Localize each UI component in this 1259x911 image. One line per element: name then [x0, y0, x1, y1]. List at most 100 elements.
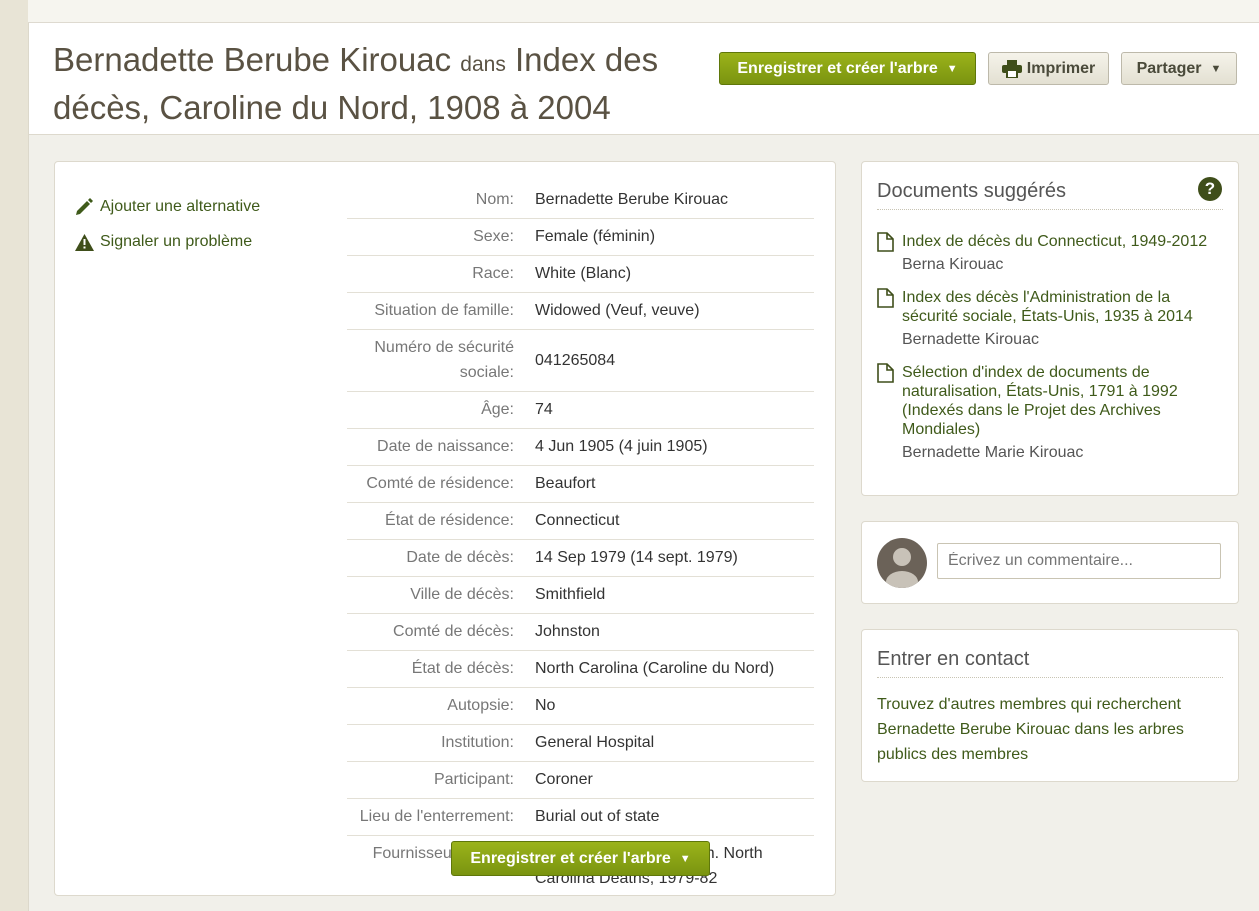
fact-value: General Hospital: [535, 734, 655, 751]
fact-label: Comté de résidence:: [366, 475, 514, 492]
fact-row: Âge: 74: [347, 392, 814, 429]
fact-label: Autopsie:: [447, 697, 514, 714]
fact-label: Date de décès:: [406, 549, 514, 566]
fact-label: Lieu de l'enterrement:: [359, 808, 514, 825]
chevron-down-icon: ▼: [946, 62, 958, 75]
fact-label: État de résidence:: [385, 512, 514, 529]
fact-value: No: [535, 697, 556, 714]
contact-card: Entrer en contact Trouvez d'autres membr…: [861, 629, 1239, 782]
print-label: Imprimer: [1026, 59, 1096, 77]
suggested-doc-link[interactable]: Index de décès du Connecticut, 1949-2012: [902, 232, 1207, 251]
fact-row: Autopsie: No: [347, 688, 814, 725]
document-icon: [877, 363, 894, 383]
suggested-doc-item: Index de décès du Connecticut, 1949-2012…: [877, 232, 1222, 274]
fact-row: Participant: Coroner: [347, 762, 814, 799]
divider: [877, 209, 1223, 210]
fact-row: Race: White (Blanc): [347, 256, 814, 293]
fact-row: Date de naissance: 4 Jun 1905 (4 juin 190…: [347, 429, 814, 466]
person-name: Bernadette Berube Kirouac: [53, 41, 452, 78]
fact-label: Nom:: [475, 191, 514, 208]
suggested-doc-link[interactable]: Index des décès l'Administration de la s…: [902, 288, 1222, 326]
fact-label: Institution:: [441, 734, 514, 751]
fact-value: Smithfield: [535, 586, 606, 603]
print-button[interactable]: Imprimer: [988, 52, 1109, 85]
help-icon[interactable]: ?: [1198, 177, 1222, 201]
fact-label: Date de naissance:: [377, 438, 514, 455]
fact-value: Burial out of state: [535, 808, 660, 825]
fact-value: Johnston: [535, 623, 600, 640]
save-tree-button[interactable]: Enregistrer et créer l'arbre ▼: [719, 52, 976, 85]
share-button[interactable]: Partager ▼: [1121, 52, 1237, 85]
save-tree-label: Enregistrer et créer l'arbre: [470, 849, 671, 867]
record-card: Ajouter une alternative Signaler un prob…: [54, 161, 836, 896]
facts-table: Nom: Bernadette Berube Kirouac Sexe: Female…: [347, 182, 814, 897]
chevron-down-icon: ▼: [679, 852, 691, 865]
fact-value: 041265084: [535, 351, 616, 369]
fact-label: Ville de décès:: [410, 586, 514, 603]
suggested-doc-link[interactable]: Sélection d'index de documents de natura…: [902, 363, 1222, 439]
suggested-docs-card: Documents suggérés ? Index de décès du C…: [861, 161, 1239, 496]
fact-value: Coroner: [535, 771, 593, 788]
add-alternative-label: Ajouter une alternative: [100, 197, 261, 215]
fact-label: État de décès:: [411, 660, 514, 677]
share-label: Partager: [1136, 59, 1202, 77]
fact-row: Lieu de l'enterrement: Burial out of stat…: [347, 799, 814, 836]
suggested-docs-title: Documents suggérés: [877, 180, 1066, 202]
fact-row: Sexe: Female (féminin): [347, 219, 814, 256]
contact-text[interactable]: Trouvez d'autres membres qui recherchent…: [877, 692, 1222, 767]
fact-value: North Carolina (Caroline du Nord): [535, 660, 775, 677]
fact-label: Comté de décès:: [393, 623, 514, 640]
fact-value: Connecticut: [535, 512, 620, 529]
suggested-doc-item: Sélection d'index de documents de natura…: [877, 363, 1222, 462]
user-silhouette-icon: [886, 548, 918, 588]
add-alternative-link[interactable]: Ajouter une alternative: [75, 197, 260, 216]
fact-label: Participant:: [433, 771, 514, 788]
fact-value: Bernadette Berube Kirouac: [535, 191, 729, 208]
page-title: Bernadette Berube Kirouac dans Index des…: [53, 38, 713, 129]
suggested-doc-item: Index des décès l'Administration de la s…: [877, 288, 1222, 349]
fact-value: Widowed (Veuf, veuve): [535, 302, 700, 319]
fact-value: 4 Jun 1905 (4 juin 1905): [535, 438, 708, 455]
avatar: [877, 538, 927, 588]
fact-row: Comté de décès: Johnston: [347, 614, 814, 651]
suggested-doc-person: Bernadette Marie Kirouac: [902, 444, 1084, 461]
comment-card: [861, 521, 1239, 604]
printer-icon: [1001, 59, 1022, 78]
fact-row: État de résidence: Connecticut: [347, 503, 814, 540]
warning-icon: [75, 233, 94, 251]
fact-label: Numéro de sécurité sociale:: [374, 339, 514, 381]
page: Bernadette Berube Kirouac dans Index des…: [28, 23, 1259, 911]
fact-row: Date de décès: 14 Sep 1979 (14 sept. 1979…: [347, 540, 814, 577]
fact-value: Beaufort: [535, 475, 596, 492]
title-connector: dans: [460, 53, 506, 76]
fact-row: Comté de résidence: Beaufort: [347, 466, 814, 503]
save-tree-button-bottom[interactable]: Enregistrer et créer l'arbre ▼: [451, 841, 710, 876]
pencil-icon: [76, 198, 93, 215]
fact-label: Race:: [472, 265, 514, 282]
fact-value: Female (féminin): [535, 228, 656, 245]
suggested-docs-list: Index de décès du Connecticut, 1949-2012…: [877, 232, 1222, 476]
fact-row: Ville de décès: Smithfield: [347, 577, 814, 614]
fact-row: Situation de famille: Widowed (Veuf, veuv…: [347, 293, 814, 330]
document-icon: [877, 232, 894, 252]
fact-row: Institution: General Hospital: [347, 725, 814, 762]
fact-row: Nom: Bernadette Berube Kirouac: [347, 182, 814, 219]
contact-title: Entrer en contact: [877, 648, 1030, 670]
divider: [877, 677, 1223, 678]
fact-label: Sexe:: [473, 228, 514, 245]
top-strip: [28, 0, 1259, 23]
record-header: Bernadette Berube Kirouac dans Index des…: [29, 23, 1259, 135]
fact-label: Âge:: [481, 401, 514, 418]
comment-input[interactable]: [937, 543, 1221, 579]
fact-value: White (Blanc): [535, 265, 632, 282]
fact-value: 14 Sep 1979 (14 sept. 1979): [535, 549, 738, 566]
fact-label: Situation de famille:: [374, 302, 514, 319]
fact-row: Numéro de sécurité sociale: 041265084: [347, 330, 814, 392]
suggested-doc-person: Bernadette Kirouac: [902, 331, 1039, 348]
report-problem-link[interactable]: Signaler un problème: [75, 233, 252, 251]
fact-row: État de décès: North Carolina (Caroline d…: [347, 651, 814, 688]
document-icon: [877, 288, 894, 308]
save-tree-label: Enregistrer et créer l'arbre: [737, 59, 938, 77]
fact-value: 74: [535, 401, 553, 418]
report-problem-label: Signaler un problème: [100, 233, 253, 250]
